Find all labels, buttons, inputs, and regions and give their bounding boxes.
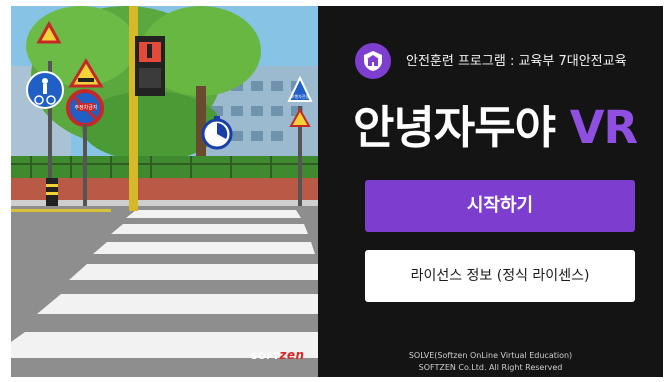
logo-suffix: zen <box>279 348 305 362</box>
start-button[interactable]: 시작하기 <box>365 180 635 232</box>
app-title-vr: VR <box>569 101 638 154</box>
logo-prefix: SOFT <box>251 352 280 362</box>
app-window: 주정차금지 보행자전용 SOFTzen 안전훈련 프로그램: 교육부 7대안전… <box>11 6 663 377</box>
app-title-main: 안녕자두야 <box>353 101 556 154</box>
street-scene: 주정차금지 보행자전용 <box>11 6 318 377</box>
menu-panel: 안전훈련 프로그램 : 교육부 7대안전교육 안녕자두야 VR 시작하기 라이선… <box>318 6 663 377</box>
license-info-button[interactable]: 라이선스 정보 (정식 라이센스) <box>365 250 635 302</box>
no-parking-sign-text: 주정차금지 <box>74 104 97 111</box>
pedestrian-only-sign-text: 보행자전용 <box>291 93 310 99</box>
program-label: 안전훈련 프로그램 : 교육부 7대안전교육 <box>406 54 627 69</box>
softzen-logo: SOFTzen <box>251 348 305 362</box>
school-shield-icon <box>355 43 391 79</box>
app-title: 안녕자두야 VR <box>353 91 638 156</box>
footer-line-2: SOFTZEN Co.Ltd. All Right Reserved <box>418 363 563 372</box>
footer-line-1: SOLVE(Softzen OnLine Virtual Education) <box>408 351 573 360</box>
vr-scene-preview: 주정차금지 보행자전용 SOFTzen <box>11 6 318 377</box>
